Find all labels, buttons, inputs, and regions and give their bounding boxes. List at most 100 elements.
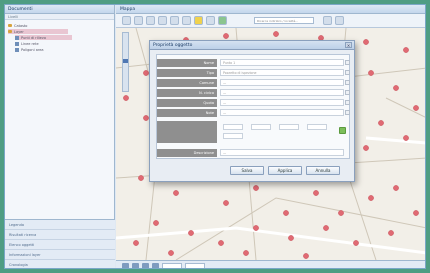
- next-page-icon[interactable]: [142, 262, 149, 268]
- tree-node-label: Catasto: [14, 23, 28, 28]
- field-label: Tipo: [157, 68, 217, 77]
- field-value[interactable]: —: [220, 109, 344, 116]
- layers-panel: Documenti Livelli Catasto Layer Punti di…: [5, 5, 115, 268]
- bottom-item-object-list[interactable]: Elenco oggetti: [5, 240, 115, 250]
- tree-node-poligoni[interactable]: Poligoni area: [15, 47, 44, 52]
- map-point-marker[interactable]: [138, 175, 144, 181]
- checkbox[interactable]: [345, 110, 350, 115]
- map-point-marker[interactable]: [313, 190, 319, 196]
- map-point-marker[interactable]: [143, 115, 149, 121]
- map-point-marker[interactable]: [153, 220, 159, 226]
- highlight-icon[interactable]: [194, 16, 203, 25]
- map-point-marker[interactable]: [218, 240, 224, 246]
- coord-input[interactable]: [279, 124, 299, 130]
- coord-input[interactable]: [223, 124, 243, 130]
- map-point-marker[interactable]: [393, 185, 399, 191]
- checkbox[interactable]: [345, 70, 350, 75]
- map-point-marker[interactable]: [393, 85, 399, 91]
- settings-icon[interactable]: [335, 16, 344, 25]
- tree-node-linee[interactable]: Linee rete: [15, 41, 39, 46]
- map-point-marker[interactable]: [273, 31, 279, 37]
- map-point-marker[interactable]: [123, 95, 129, 101]
- field-value[interactable]: Punto 1: [220, 59, 344, 66]
- checkbox[interactable]: [345, 90, 350, 95]
- checkbox[interactable]: [345, 60, 350, 65]
- map-point-marker[interactable]: [133, 240, 139, 246]
- apply-button[interactable]: Applica: [268, 166, 302, 175]
- map-point-marker[interactable]: [363, 39, 369, 45]
- map-point-marker[interactable]: [403, 135, 409, 141]
- coord-input[interactable]: [251, 124, 271, 130]
- map-point-marker[interactable]: [253, 225, 259, 231]
- map-point-marker[interactable]: [378, 120, 384, 126]
- map-point-marker[interactable]: [323, 225, 329, 231]
- field-value[interactable]: —: [220, 79, 344, 86]
- map-point-marker[interactable]: [288, 235, 294, 241]
- print-icon[interactable]: [206, 16, 215, 25]
- zoom-slider[interactable]: [122, 32, 129, 92]
- field-label: Note: [157, 108, 217, 117]
- map-point-marker[interactable]: [223, 33, 229, 39]
- search-address-input[interactable]: Ricerca indirizzo / località...: [254, 17, 314, 24]
- last-page-icon[interactable]: [152, 262, 159, 268]
- dialog-title: Proprietà oggetto ×: [150, 41, 354, 50]
- map-point-marker[interactable]: [173, 190, 179, 196]
- search-icon[interactable]: [323, 16, 332, 25]
- map-point-marker[interactable]: [368, 195, 374, 201]
- bottom-item-layer-info[interactable]: Informazioni layer: [5, 250, 115, 260]
- tree-node-layer[interactable]: Layer: [8, 29, 68, 34]
- map-point-marker[interactable]: [243, 250, 249, 256]
- save-button[interactable]: Salva: [230, 166, 264, 175]
- form-row: Descrizione —: [157, 148, 351, 157]
- dialog-buttons: Salva Applica Annulla: [150, 166, 356, 176]
- layer-icon: [15, 41, 19, 46]
- map-point-marker[interactable]: [363, 145, 369, 151]
- tree-node-catasto[interactable]: Catasto: [8, 23, 27, 28]
- map-point-marker[interactable]: [223, 200, 229, 206]
- scale-field[interactable]: [162, 262, 182, 268]
- coord-input[interactable]: [223, 133, 243, 139]
- measure-icon[interactable]: [170, 16, 179, 25]
- add-icon[interactable]: [339, 127, 346, 134]
- zoom-in-icon[interactable]: [122, 16, 131, 25]
- close-icon[interactable]: ×: [345, 42, 352, 48]
- layer-icon: [15, 35, 19, 40]
- field-value[interactable]: —: [220, 99, 344, 106]
- map-point-marker[interactable]: [283, 210, 289, 216]
- zoom-out-icon[interactable]: [134, 16, 143, 25]
- map-point-marker[interactable]: [338, 210, 344, 216]
- map-point-marker[interactable]: [413, 105, 419, 111]
- form-row: Nome Punto 1: [157, 58, 351, 67]
- checkbox[interactable]: [345, 80, 350, 85]
- map-point-marker[interactable]: [413, 210, 419, 216]
- checkbox[interactable]: [345, 100, 350, 105]
- field-value[interactable]: Pozzetto di ispezione: [220, 69, 344, 76]
- identify-icon[interactable]: [182, 16, 191, 25]
- tree-node-punti[interactable]: Punti di rilievo: [15, 35, 72, 40]
- bottom-item-legend[interactable]: Legenda: [5, 220, 115, 230]
- app-window: Documenti Livelli Catasto Layer Punti di…: [4, 4, 426, 269]
- bottom-item-history[interactable]: Cronologia: [5, 260, 115, 268]
- map-point-marker[interactable]: [403, 47, 409, 53]
- map-point-marker[interactable]: [368, 70, 374, 76]
- first-page-icon[interactable]: [122, 262, 129, 268]
- prev-page-icon[interactable]: [132, 262, 139, 268]
- refresh-icon[interactable]: [218, 16, 227, 25]
- map-point-marker[interactable]: [353, 240, 359, 246]
- map-point-marker[interactable]: [143, 70, 149, 76]
- map-point-marker[interactable]: [303, 253, 309, 259]
- field-label: N. civico: [157, 88, 217, 97]
- map-point-marker[interactable]: [253, 185, 259, 191]
- map-point-marker[interactable]: [168, 250, 174, 256]
- bottom-item-search-results[interactable]: Risultati ricerca: [5, 230, 115, 240]
- zoom-slider-handle[interactable]: [123, 59, 128, 63]
- map-point-marker[interactable]: [188, 230, 194, 236]
- field-value[interactable]: —: [220, 149, 344, 156]
- tree-node-label: Layer: [14, 29, 24, 34]
- map-point-marker[interactable]: [388, 230, 394, 236]
- cancel-button[interactable]: Annulla: [306, 166, 340, 175]
- field-value[interactable]: —: [220, 89, 344, 96]
- coord-input[interactable]: [307, 124, 327, 130]
- select-icon[interactable]: [158, 16, 167, 25]
- pan-icon[interactable]: [146, 16, 155, 25]
